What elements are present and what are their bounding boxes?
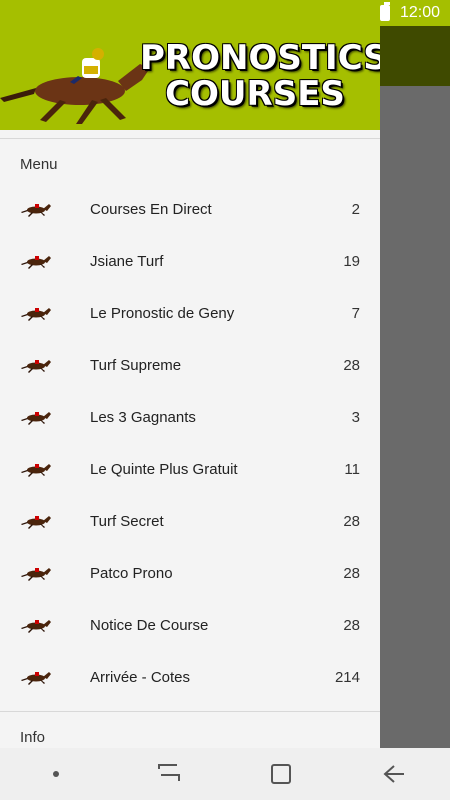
horse-icon bbox=[20, 201, 54, 217]
menu-item-les-3-gagnants[interactable]: Les 3 Gagnants 3 bbox=[0, 391, 380, 443]
status-bar: 12:00 bbox=[0, 0, 450, 26]
menu-item-label: Les 3 Gagnants bbox=[90, 408, 196, 426]
status-time: 12:00 bbox=[399, 4, 440, 21]
menu-item-turf-secret[interactable]: Turf Secret 28 bbox=[0, 495, 380, 547]
menu-item-label: Courses En Direct bbox=[90, 200, 212, 218]
horse-icon bbox=[20, 357, 54, 373]
menu-item-count: 11 bbox=[344, 460, 360, 478]
battery-icon bbox=[379, 2, 390, 21]
menu-list: Courses En Direct 2 Jsiane Turf 19 Le Pr… bbox=[0, 183, 380, 703]
menu-item-count: 214 bbox=[334, 668, 360, 686]
home-icon[interactable] bbox=[251, 754, 311, 794]
system-nav-bar bbox=[0, 748, 450, 800]
horse-icon bbox=[20, 513, 54, 529]
menu-item-patco-prono[interactable]: Patco Prono 28 bbox=[0, 547, 380, 599]
menu-item-jsiane-turf[interactable]: Jsiane Turf 19 bbox=[0, 235, 380, 287]
menu-section-title: Menu bbox=[20, 156, 58, 173]
horse-icon bbox=[20, 305, 54, 321]
menu-item-arrivee-cotes[interactable]: Arrivée - Cotes 214 bbox=[0, 651, 380, 703]
menu-item-label: Notice De Course bbox=[90, 616, 209, 634]
horse-icon bbox=[20, 565, 54, 581]
menu-item-count: 3 bbox=[351, 408, 360, 426]
menu-item-label: Patco Prono bbox=[90, 564, 173, 582]
horse-icon bbox=[20, 669, 54, 685]
menu-item-count: 28 bbox=[343, 616, 360, 634]
horse-icon bbox=[20, 409, 54, 425]
menu-item-count: 7 bbox=[351, 304, 360, 322]
brand-line-2: COURSES bbox=[165, 74, 345, 114]
drawer-scrim[interactable] bbox=[380, 86, 450, 748]
menu-item-label: Turf Secret bbox=[90, 512, 164, 530]
menu-item-label: Jsiane Turf bbox=[90, 252, 164, 270]
dot-icon[interactable] bbox=[26, 754, 86, 794]
menu-item-count: 28 bbox=[343, 356, 360, 374]
drawer-header: PRONOSTICS COURSES bbox=[0, 26, 380, 130]
menu-item-label: Turf Supreme bbox=[90, 356, 182, 374]
info-section-title: Info bbox=[20, 729, 46, 746]
menu-item-label: Arrivée - Cotes bbox=[90, 668, 191, 686]
app-logo: PRONOSTICS COURSES bbox=[140, 38, 380, 114]
menu-item-count: 19 bbox=[343, 252, 360, 270]
menu-item-count: 2 bbox=[351, 200, 360, 218]
menu-item-courses-en-direct[interactable]: Courses En Direct 2 bbox=[0, 183, 380, 235]
app-bar-behind bbox=[380, 26, 450, 86]
menu-item-count: 28 bbox=[343, 564, 360, 582]
navigation-drawer: PRONOSTICS COURSES Menu Courses En Direc… bbox=[0, 26, 380, 748]
brand-line-1: PRONOSTICS bbox=[140, 38, 380, 78]
horse-icon bbox=[20, 617, 54, 633]
menu-item-le-quinte-plus-gratuit[interactable]: Le Quinte Plus Gratuit 11 bbox=[0, 443, 380, 495]
menu-item-turf-supreme[interactable]: Turf Supreme 28 bbox=[0, 339, 380, 391]
menu-item-notice-de-course[interactable]: Notice De Course 28 bbox=[0, 599, 380, 651]
horse-icon bbox=[20, 461, 54, 477]
menu-item-label: Le Quinte Plus Gratuit bbox=[90, 460, 238, 478]
menu-item-count: 28 bbox=[343, 512, 360, 530]
menu-item-le-pronostic-de-geny[interactable]: Le Pronostic de Geny 7 bbox=[0, 287, 380, 339]
recents-icon[interactable] bbox=[139, 754, 199, 794]
jockey-horse-icon bbox=[0, 48, 150, 124]
menu-item-label: Le Pronostic de Geny bbox=[90, 304, 235, 322]
horse-icon bbox=[20, 253, 54, 269]
back-icon[interactable] bbox=[364, 754, 424, 794]
